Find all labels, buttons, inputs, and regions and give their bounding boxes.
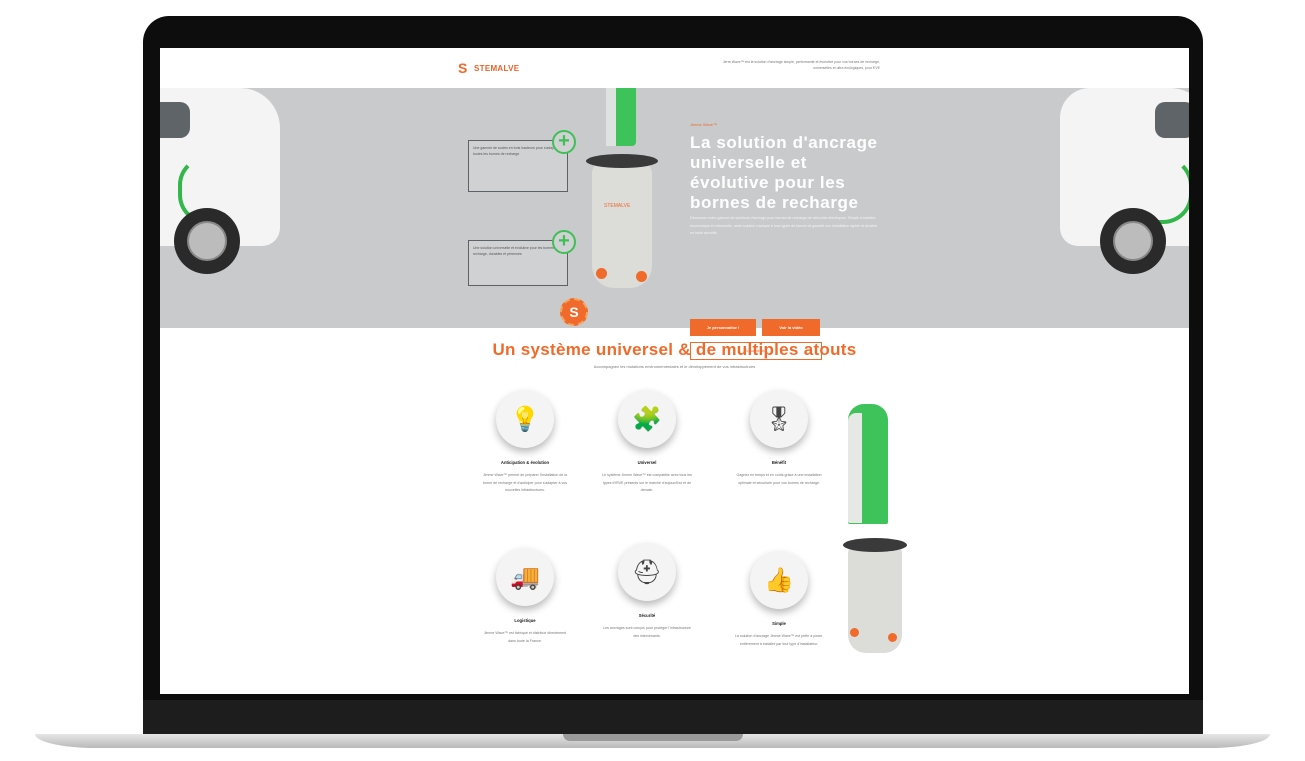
feature-text: Gagnez en temps et en coûts grâce à une … <box>736 473 822 485</box>
site-header: S STEMALVE Jerre Wave™ est la solution d… <box>160 48 1189 88</box>
feature-title: Anticipation & évolution <box>500 460 550 465</box>
feature-text: Le système Jimme Wave™ est compatible av… <box>602 473 692 492</box>
charging-station-illustration-side <box>848 413 862 523</box>
anchor-cylinder-illustration-lid <box>843 538 907 552</box>
section-subtitle: Accompagnez les mutations environnementa… <box>593 364 756 369</box>
charging-station-side <box>606 88 616 146</box>
cylinder-hole <box>888 633 897 642</box>
cylinder-label: STEMALVE <box>604 203 631 209</box>
feature-text: Jimme Wave™ permet de préparer l'install… <box>482 473 568 492</box>
hero-description: Découvrez notre gamme de solutions d'anc… <box>690 216 878 235</box>
plus-icon[interactable]: + <box>552 230 576 254</box>
anchor-cylinder-lid <box>586 154 658 168</box>
feature-card: 🧩 Universel Le système Jimme Wave™ est c… <box>602 390 692 495</box>
feature-title: Sécurité <box>638 613 656 618</box>
cylinder-hole <box>850 628 859 637</box>
thumbs-up-icon: 👍 <box>750 551 808 609</box>
hero-title: La solution d'ancrage universelle et évo… <box>690 133 878 212</box>
certified-badge-icon: 🎖 <box>750 390 808 448</box>
feature-title: Logistique <box>514 618 536 623</box>
feature-card: 👍 Simple La solution d'ancrage Jimme Wav… <box>734 551 824 648</box>
feature-text: Jimme Wave™ est fabriqué et distribué di… <box>483 631 567 643</box>
feature-text: Les ancrages sont conçus pour protéger l… <box>603 626 691 638</box>
personalize-button[interactable]: Je personnalise ! <box>690 319 756 336</box>
feature-card: 💡 Anticipation & évolution Jimme Wave™ p… <box>480 390 570 495</box>
quality-seal-icon: S <box>560 298 588 326</box>
plus-icon[interactable]: + <box>552 130 576 154</box>
feature-card: 🎖 Bénéfit Gagnez en temps et en coûts gr… <box>734 390 824 487</box>
feature-text: La solution d'ancrage Jimme Wave™ est pr… <box>734 634 824 646</box>
hero-kicker: Jimme Wave™ <box>690 122 717 127</box>
watch-video-button[interactable]: Voir la vidéo <box>762 319 820 336</box>
feature-card: 🚚 Logistique Jimme Wave™ est fabriqué et… <box>480 548 570 645</box>
header-tagline: Jerre Wave™ est la solution d'ancrage si… <box>722 60 880 70</box>
site-logo[interactable]: S STEMALVE <box>458 61 519 75</box>
safety-helmet-icon: ⛑ <box>618 543 676 601</box>
laptop-notch <box>563 734 743 741</box>
feature-title: Bénéfit <box>771 460 787 465</box>
feature-card: ⛑ Sécurité Les ancrages sont conçus pour… <box>602 543 692 640</box>
electric-car-right-image <box>1060 88 1189 288</box>
logo-text: STEMALVE <box>474 63 520 73</box>
truck-icon: 🚚 <box>496 548 554 606</box>
feature-title: Simple <box>772 621 786 626</box>
puzzle-icon: 🧩 <box>618 390 676 448</box>
lightbulb-icon: 💡 <box>496 390 554 448</box>
feature-title: Universel <box>637 460 657 465</box>
hero-banner: Une gamme de socles en trois hauteurs po… <box>160 88 1189 360</box>
electric-car-left-image <box>160 88 280 288</box>
section-title: Un système universel & de multiples atou… <box>492 340 857 359</box>
logo-icon: S <box>458 60 468 76</box>
cylinder-hole <box>636 271 647 282</box>
cylinder-hole <box>596 268 607 279</box>
web-page: S STEMALVE Jerre Wave™ est la solution d… <box>160 48 1189 694</box>
laptop-chin <box>143 700 1203 736</box>
